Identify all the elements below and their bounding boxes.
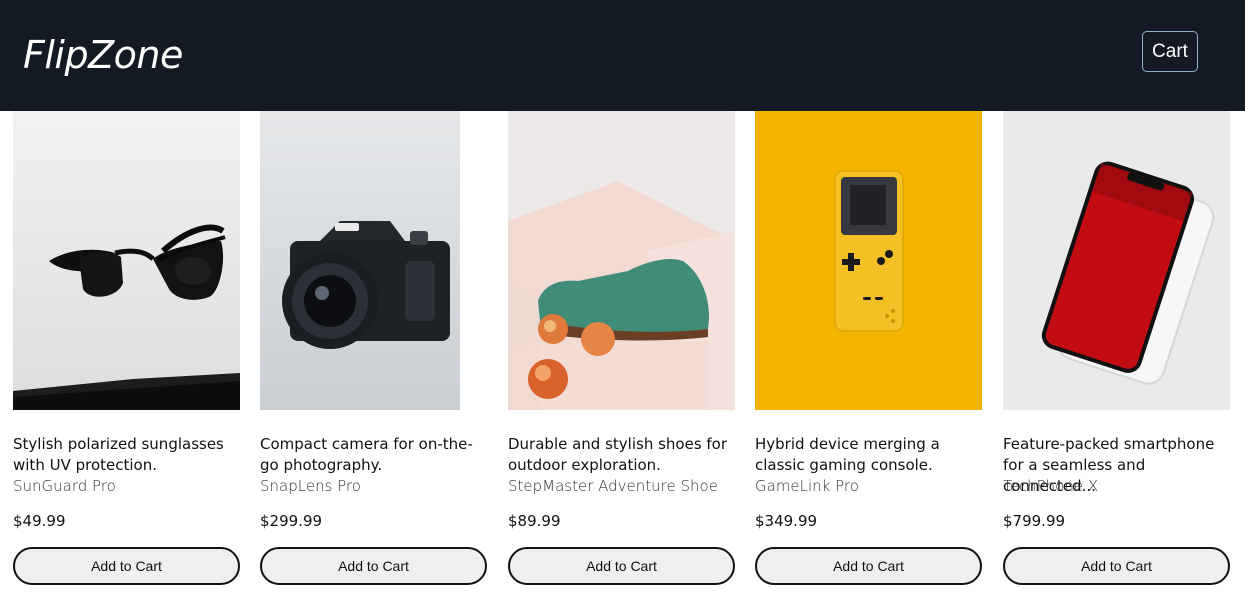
product-price: $349.99 bbox=[755, 512, 818, 530]
product-card: Compact camera for on-the-go photography… bbox=[260, 111, 487, 600]
product-name: SunGuard Pro bbox=[13, 477, 116, 495]
navbar: FlipZone Cart bbox=[0, 0, 1245, 111]
product-card: Feature-packed smartphone for a seamless… bbox=[1003, 111, 1230, 600]
product-description: Hybrid device merging a classic gaming c… bbox=[755, 435, 940, 474]
shoe-image[interactable] bbox=[508, 111, 735, 410]
product-price: $89.99 bbox=[508, 512, 561, 530]
smartphone-image[interactable] bbox=[1003, 111, 1230, 410]
brand-logo[interactable]: FlipZone bbox=[23, 33, 183, 77]
product-name: SnapLens Pro bbox=[260, 477, 361, 495]
product-description: Durable and stylish shoes for outdoor ex… bbox=[508, 435, 728, 474]
product-price: $299.99 bbox=[260, 512, 323, 530]
sunglasses-image[interactable] bbox=[13, 111, 240, 410]
product-description: Stylish polarized sunglasses with UV pro… bbox=[13, 435, 224, 474]
cart-button[interactable]: Cart bbox=[1142, 31, 1198, 72]
product-card: Durable and stylish shoes for outdoor ex… bbox=[508, 111, 735, 600]
add-to-cart-button[interactable]: Add to Cart bbox=[13, 547, 240, 585]
product-name: GameLink Pro bbox=[755, 477, 859, 495]
product-name: TechPhone X bbox=[1003, 477, 1099, 495]
add-to-cart-button[interactable]: Add to Cart bbox=[755, 547, 982, 585]
camera-image[interactable] bbox=[260, 111, 460, 410]
product-price: $49.99 bbox=[13, 512, 66, 530]
product-price: $799.99 bbox=[1003, 512, 1066, 530]
product-card: Stylish polarized sunglasses with UV pro… bbox=[13, 111, 240, 600]
product-card: Hybrid device merging a classic gaming c… bbox=[755, 111, 982, 600]
product-description: Compact camera for on-the-go photography… bbox=[260, 435, 473, 474]
add-to-cart-button[interactable]: Add to Cart bbox=[1003, 547, 1230, 585]
product-name: StepMaster Adventure Shoe bbox=[508, 477, 718, 495]
handheld-console-image[interactable] bbox=[755, 111, 982, 410]
add-to-cart-button[interactable]: Add to Cart bbox=[260, 547, 487, 585]
add-to-cart-button[interactable]: Add to Cart bbox=[508, 547, 735, 585]
